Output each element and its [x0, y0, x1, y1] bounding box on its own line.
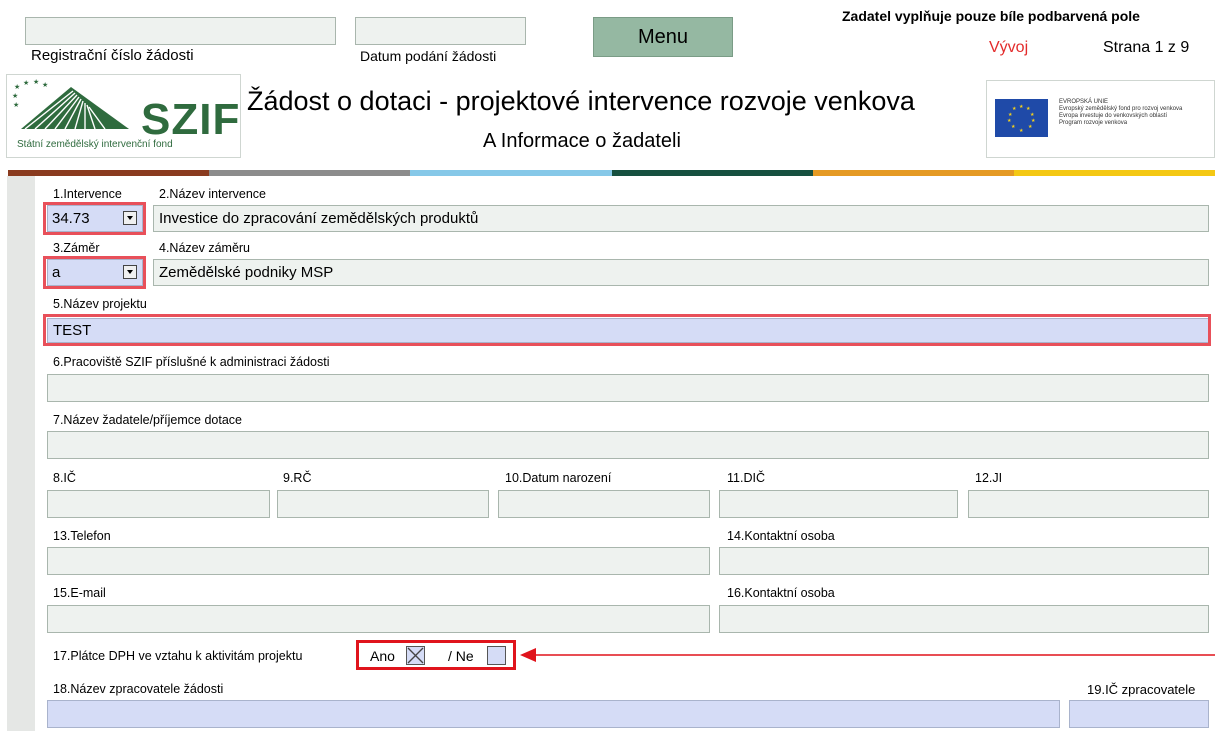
plan-label: 3.Záměr — [53, 241, 100, 255]
svg-text:★: ★ — [12, 92, 18, 100]
szif-logo: ★ ★ ★ ★ ★ ★ SZIF Státní zemědělský intervenč… — [6, 74, 241, 158]
szif-office-field — [47, 374, 1209, 402]
project-name-label: 5.Název projektu — [53, 297, 147, 311]
menu-button-label: Menu — [637, 26, 689, 48]
svg-text:★: ★ — [1019, 104, 1024, 110]
svg-text:★: ★ — [33, 79, 39, 86]
rc-label: 9.RČ — [283, 471, 312, 485]
processor-name-field[interactable] — [47, 700, 1060, 728]
contact-person-field-1 — [719, 547, 1209, 575]
stripe-segment — [611, 170, 813, 176]
svg-text:★: ★ — [1019, 128, 1024, 134]
svg-text:★: ★ — [13, 101, 19, 109]
intervention-label: 1.Intervence — [53, 187, 122, 201]
ji-label: 12.JI — [975, 471, 1003, 485]
vat-yes-label: Ano — [370, 648, 395, 664]
intervention-name-field: Investice do zpracování zemědělských pro… — [153, 205, 1209, 232]
project-name-highlight — [43, 314, 1211, 346]
svg-text:★: ★ — [1011, 124, 1016, 130]
page-indicator: Strana 1 z 9 — [1103, 39, 1190, 56]
processor-ico-label: 19.IČ zpracovatele — [1087, 682, 1196, 697]
intervention-name-label: 2.Název intervence — [159, 187, 267, 201]
contact-person-field-2 — [719, 605, 1209, 633]
stripe-segment — [812, 170, 1014, 176]
szif-logo-graphic: ★★ ★ ★ ★★ — [12, 79, 129, 130]
registration-number-field[interactable] — [25, 17, 336, 45]
plan-name-field: Zemědělské podniky MSP — [153, 259, 1209, 286]
vat-no-checkbox[interactable] — [487, 646, 506, 665]
dic-field — [719, 490, 958, 518]
status-text: Vývoj — [989, 39, 1029, 56]
vat-no-label: / Ne — [448, 648, 474, 664]
vat-payer-options: Ano / Ne — [356, 640, 516, 670]
processor-name-label: 18.Název zpracovatele žádosti — [53, 682, 224, 696]
eu-line-3: Evropa investuje do venkovských oblastí — [1059, 113, 1168, 119]
checkmark-x-icon — [407, 647, 424, 664]
svg-text:★: ★ — [1007, 118, 1012, 124]
szif-logo-subtitle: Státní zemědělský intervenční fond — [17, 139, 173, 150]
plan-name-label: 4.Název záměru — [159, 241, 251, 255]
notice-text: Zadatel vyplňuje pouze bíle podbarvená p… — [842, 8, 1140, 24]
registration-number-label: Registrační číslo žádosti — [31, 47, 194, 64]
color-stripe — [8, 170, 1215, 176]
svg-text:★: ★ — [1012, 106, 1017, 112]
vat-payer-label: 17.Plátce DPH ve vztahu k aktivitám proj… — [53, 649, 303, 663]
contact-person-label-1: 14.Kontaktní osoba — [727, 529, 835, 543]
stripe-segment — [209, 170, 411, 176]
eu-flag-icon: ★ ★ ★ ★ ★ ★ ★ ★ ★ ★ — [995, 99, 1048, 137]
szif-office-label: 6.Pracoviště SZIF příslušné k administra… — [53, 355, 330, 369]
processor-ico-field[interactable] — [1069, 700, 1209, 728]
ico-field — [47, 490, 270, 518]
intervention-name-value: Investice do zpracování zemědělských pro… — [159, 210, 479, 227]
menu-button[interactable]: Menu — [593, 17, 733, 57]
applicant-name-field — [47, 431, 1209, 459]
svg-text:★: ★ — [14, 83, 20, 91]
page-title: Žádost o dotaci - projektové intervence … — [247, 86, 915, 116]
section-title: A Informace o žadateli — [483, 130, 681, 152]
phone-label: 13.Telefon — [53, 529, 111, 543]
ji-field — [968, 490, 1209, 518]
dic-label: 11.DIČ — [727, 471, 765, 485]
rc-field — [277, 490, 489, 518]
form-left-margin — [7, 176, 35, 731]
ico-label: 8.IČ — [53, 471, 76, 485]
eu-line-4: Program rozvoje venkova — [1059, 120, 1128, 126]
stripe-segment — [1013, 170, 1215, 176]
eu-logo: ★ ★ ★ ★ ★ ★ ★ ★ ★ ★ EVROPSKÁ UNIE Evropský země… — [986, 80, 1215, 158]
email-field — [47, 605, 710, 633]
intervention-highlight — [43, 202, 146, 235]
email-label: 15.E-mail — [53, 586, 106, 600]
plan-name-value: Zemědělské podniky MSP — [159, 264, 334, 281]
eu-line-2: Evropský zemědělský fond pro rozvoj venk… — [1059, 106, 1183, 112]
submission-date-field[interactable] — [355, 17, 526, 45]
annotation-arrow — [520, 648, 1215, 662]
applicant-name-label: 7.Název žadatele/příjemce dotace — [53, 413, 242, 427]
stripe-segment — [410, 170, 612, 176]
contact-person-label-2: 16.Kontaktní osoba — [727, 586, 835, 600]
eu-line-1: EVROPSKÁ UNIE — [1059, 99, 1109, 105]
plan-highlight — [43, 256, 146, 289]
vat-yes-checkbox[interactable] — [406, 646, 425, 665]
szif-logo-text: SZIF — [141, 95, 241, 144]
birth-date-label: 10.Datum narození — [505, 471, 612, 485]
svg-text:★: ★ — [23, 79, 29, 87]
stripe-segment — [8, 170, 210, 176]
birth-date-field — [498, 490, 710, 518]
svg-text:★: ★ — [42, 81, 48, 89]
svg-text:★: ★ — [1028, 124, 1033, 130]
phone-field — [47, 547, 710, 575]
svg-text:★: ★ — [1008, 112, 1013, 118]
submission-date-label: Datum podání žádosti — [360, 48, 497, 64]
